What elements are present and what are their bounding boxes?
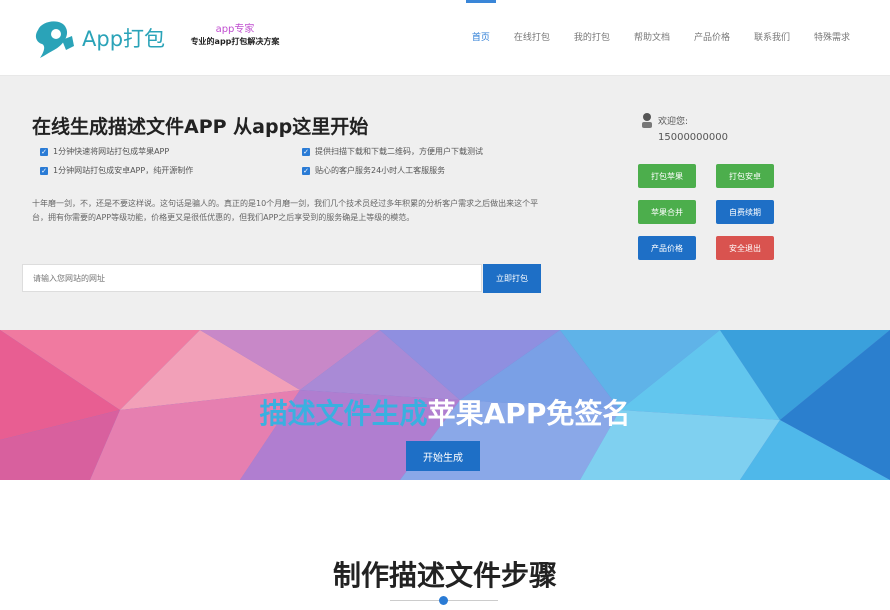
checkbox-icon: ✓	[302, 147, 310, 156]
logo-text: App打包	[82, 27, 166, 51]
intro-section: 在线生成描述文件APP 从app这里开始 ✓ 1分钟快速将网站打包成苹果APP …	[0, 76, 890, 330]
feature-text: 1分钟网站打包成安卓APP，纯开源制作	[53, 166, 194, 175]
pack-ios-button[interactable]: 打包苹果	[638, 164, 696, 188]
checkbox-icon: ✓	[40, 166, 48, 175]
feature-item: ✓ 1分钟快速将网站打包成苹果APP	[40, 146, 169, 157]
checkbox-icon: ✓	[302, 166, 310, 175]
header: App打包 app专家 专业的app打包解决方案 首页 在线打包 我的打包 帮助…	[0, 0, 890, 76]
product-price-button[interactable]: 产品价格	[638, 236, 696, 260]
user-avatar-icon	[642, 113, 652, 128]
steps-title: 制作描述文件步骤	[332, 559, 557, 592]
hero-banner: 描述文件生成苹果APP免签名 开始生成	[0, 330, 890, 480]
pack-now-button[interactable]: 立即打包	[483, 264, 541, 293]
website-url-input[interactable]	[22, 264, 482, 292]
feature-item: ✓ 1分钟网站打包成安卓APP，纯开源制作	[40, 165, 193, 176]
nav-help-docs[interactable]: 帮助文档	[634, 0, 670, 76]
steps-divider-dot	[439, 596, 448, 605]
logo[interactable]: App打包	[32, 16, 165, 60]
banner-title-part1: 描述文件生成	[259, 397, 428, 430]
slogan-top: app专家	[215, 24, 255, 35]
banner-title: 描述文件生成苹果APP免签名	[0, 392, 890, 432]
slogan: app专家 专业的app打包解决方案	[180, 24, 290, 48]
slogan-bottom: 专业的app打包解决方案	[190, 37, 280, 46]
welcome-text: 欢迎您:	[658, 117, 689, 127]
nav-pricing[interactable]: 产品价格	[694, 0, 730, 76]
logout-button[interactable]: 安全退出	[716, 236, 774, 260]
banner-title-part2: 苹果APP免签名	[427, 397, 631, 430]
ios-merge-button[interactable]: 苹果合并	[638, 200, 696, 224]
feature-item: ✓ 提供扫描下载和下载二维码，方便用户下载测试	[302, 146, 483, 157]
feature-item: ✓ 贴心的客户服务24小时人工客服服务	[302, 165, 445, 176]
checkbox-icon: ✓	[40, 147, 48, 156]
nav-contact[interactable]: 联系我们	[754, 0, 790, 76]
nav-home[interactable]: 首页	[465, 0, 496, 76]
feature-text: 提供扫描下载和下载二维码，方便用户下载测试	[315, 147, 483, 156]
logo-icon	[35, 21, 74, 58]
intro-description: 十年磨一剑，不，还是不要这样说。这句话是骗人的。真正的是10个月磨一剑，我们几个…	[32, 199, 539, 222]
renewal-button[interactable]: 自费续期	[716, 200, 774, 224]
feature-text: 1分钟快速将网站打包成苹果APP	[53, 147, 170, 156]
nav-online-pack[interactable]: 在线打包	[514, 0, 550, 76]
user-phone: 15000000000	[658, 132, 728, 143]
main-nav: 首页 在线打包 我的打包 帮助文档 产品价格 联系我们 特殊需求	[448, 0, 850, 76]
start-generate-button[interactable]: 开始生成	[406, 441, 480, 471]
nav-special[interactable]: 特殊需求	[814, 0, 850, 76]
feature-text: 贴心的客户服务24小时人工客服服务	[315, 166, 446, 175]
pack-android-button[interactable]: 打包安卓	[716, 164, 774, 188]
intro-title: 在线生成描述文件APP 从app这里开始	[32, 116, 369, 138]
nav-my-pack[interactable]: 我的打包	[574, 0, 610, 76]
